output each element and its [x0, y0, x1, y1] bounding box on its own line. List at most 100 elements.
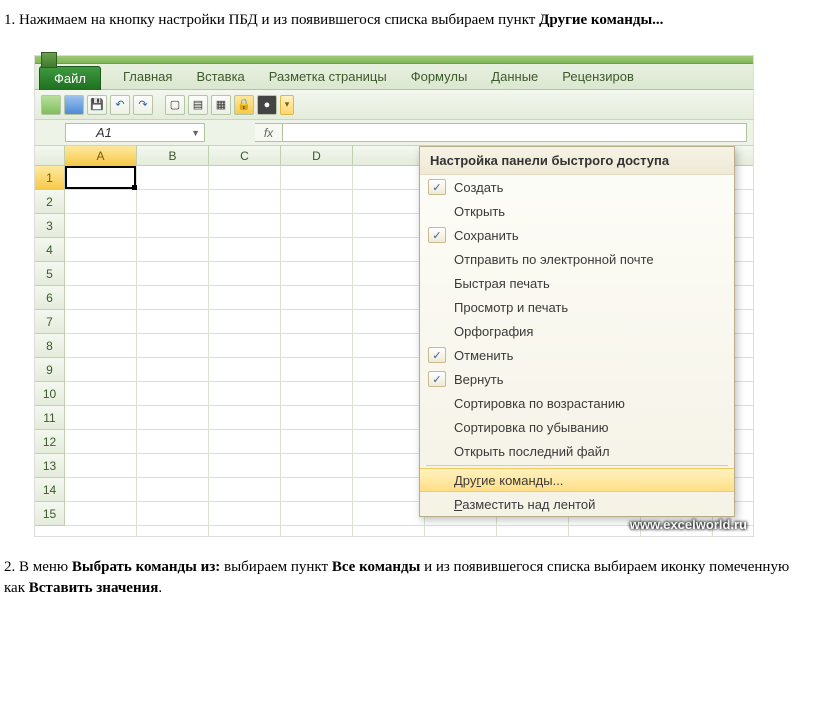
col-header-c[interactable]: C [209, 146, 281, 165]
name-box-value: A1 [96, 125, 112, 140]
col-header-d[interactable]: D [281, 146, 353, 165]
tab-data[interactable]: Данные [479, 65, 550, 89]
step1-prefix: 1. Нажимаем на кнопку настройки ПБД и из… [4, 12, 539, 28]
row-header-6[interactable]: 6 [35, 286, 65, 310]
row-header-13[interactable]: 13 [35, 454, 65, 478]
menu-item-label: Просмотр и печать [454, 300, 568, 315]
check-icon: ✓ [428, 347, 446, 363]
titlebar [35, 56, 753, 64]
menu-check-placeholder [428, 395, 446, 411]
row-header-8[interactable]: 8 [35, 334, 65, 358]
step1-text: 1. Нажимаем на кнопку настройки ПБД и из… [4, 10, 812, 31]
check-icon: ✓ [428, 371, 446, 387]
menu-item-label: Быстрая печать [454, 276, 550, 291]
menu-item[interactable]: Открыть [420, 199, 734, 223]
menu-title: Настройка панели быстрого доступа [420, 147, 734, 175]
menu-item[interactable]: Орфография [420, 319, 734, 343]
row-header-15[interactable]: 15 [35, 502, 65, 526]
sheet-icon[interactable]: ▤ [188, 95, 208, 115]
menu-item[interactable]: Быстрая печать [420, 271, 734, 295]
qat-customize-dropdown[interactable]: ▾ [280, 95, 294, 115]
menu-item-label: Сортировка по убыванию [454, 420, 608, 435]
fx-button[interactable]: fx [255, 123, 283, 142]
row-header-9[interactable]: 9 [35, 358, 65, 382]
tab-home[interactable]: Главная [111, 65, 184, 89]
col-header-b[interactable]: B [137, 146, 209, 165]
menu-item[interactable]: Сортировка по убыванию [420, 415, 734, 439]
grid-icon[interactable]: ▦ [211, 95, 231, 115]
step1-bold: Другие команды... [539, 12, 663, 28]
tab-review[interactable]: Рецензиров [550, 65, 646, 89]
menu-check-placeholder [428, 323, 446, 339]
menu-item-label: Создать [454, 180, 503, 195]
tab-insert[interactable]: Вставка [184, 65, 256, 89]
row-header-2[interactable]: 2 [35, 190, 65, 214]
menu-item-label: Отменить [454, 348, 513, 363]
row-header-4[interactable]: 4 [35, 238, 65, 262]
redo-icon[interactable]: ↷ [133, 95, 153, 115]
check-icon: ✓ [428, 179, 446, 195]
select-all-corner[interactable] [35, 146, 65, 165]
excel-screenshot: Файл Главная Вставка Разметка страницы Ф… [34, 55, 754, 537]
menu-item[interactable]: Открыть последний файл [420, 439, 734, 463]
menu-check-placeholder [428, 203, 446, 219]
col-header-a[interactable]: A [65, 146, 137, 165]
app-icon [41, 52, 57, 68]
undo-icon[interactable]: ↶ [110, 95, 130, 115]
file-tab[interactable]: Файл [39, 66, 101, 90]
row-headers: 123456789101112131415 [35, 166, 65, 526]
row-header-12[interactable]: 12 [35, 430, 65, 454]
selected-cell[interactable] [65, 166, 136, 189]
menu-separator [426, 465, 728, 466]
menu-check-placeholder [428, 472, 446, 488]
menu-check-placeholder [428, 419, 446, 435]
menu-item[interactable]: Отправить по электронной почте [420, 247, 734, 271]
row-header-14[interactable]: 14 [35, 478, 65, 502]
menu-item-label: Открыть последний файл [454, 444, 610, 459]
name-box[interactable]: A1 ▼ [65, 123, 205, 142]
menu-item-label: Другие команды... [454, 473, 563, 488]
menu-item[interactable]: Просмотр и печать [420, 295, 734, 319]
menu-check-placeholder [428, 299, 446, 315]
menu-item-label: Отправить по электронной почте [454, 252, 654, 267]
menu-item-label: Открыть [454, 204, 505, 219]
dark-icon[interactable]: ● [257, 95, 277, 115]
tab-formulas[interactable]: Формулы [399, 65, 480, 89]
menu-item-place-above-ribbon[interactable]: Разместить над лентой [420, 492, 734, 516]
formula-bar: A1 ▼ fx [35, 120, 753, 146]
menu-check-placeholder [428, 251, 446, 267]
menu-item-label: Вернуть [454, 372, 504, 387]
menu-item-label: Сохранить [454, 228, 519, 243]
menu-item-label: Орфография [454, 324, 533, 339]
menu-item[interactable]: ✓ Создать [420, 175, 734, 199]
check-icon: ✓ [428, 227, 446, 243]
ribbon-tabs: Файл Главная Вставка Разметка страницы Ф… [35, 64, 753, 90]
formula-input[interactable] [283, 123, 747, 142]
row-header-3[interactable]: 3 [35, 214, 65, 238]
menu-item[interactable]: ✓ Отменить [420, 343, 734, 367]
row-header-1[interactable]: 1 [35, 166, 65, 190]
row-header-11[interactable]: 11 [35, 406, 65, 430]
save-icon[interactable]: 💾 [87, 95, 107, 115]
qat-customize-menu: Настройка панели быстрого доступа ✓ Созда… [419, 146, 735, 517]
quick-access-toolbar: 💾 ↶ ↷ ▢ ▤ ▦ 🔒 ● ▾ [35, 90, 753, 120]
menu-item[interactable]: ✓ Вернуть [420, 367, 734, 391]
doc-icon[interactable]: ▢ [165, 95, 185, 115]
step2-text: 2. В меню Выбрать команды из: выбираем п… [4, 557, 812, 599]
row-header-7[interactable]: 7 [35, 310, 65, 334]
menu-check-placeholder [428, 443, 446, 459]
row-header-10[interactable]: 10 [35, 382, 65, 406]
menu-check-placeholder [428, 496, 446, 512]
spreadsheet-grid: A B C D 123456789101112131415 Настройка … [35, 146, 753, 536]
word-icon[interactable] [64, 95, 84, 115]
menu-item-more-commands[interactable]: Другие команды... [420, 468, 734, 492]
row-header-5[interactable]: 5 [35, 262, 65, 286]
menu-item[interactable]: Сортировка по возрастанию [420, 391, 734, 415]
excel-icon[interactable] [41, 95, 61, 115]
menu-item-label: Разместить над лентой [454, 497, 595, 512]
name-box-dropdown-icon[interactable]: ▼ [191, 128, 200, 138]
menu-item-label: Сортировка по возрастанию [454, 396, 625, 411]
lock-icon[interactable]: 🔒 [234, 95, 254, 115]
menu-item[interactable]: ✓ Сохранить [420, 223, 734, 247]
tab-pagelayout[interactable]: Разметка страницы [257, 65, 399, 89]
